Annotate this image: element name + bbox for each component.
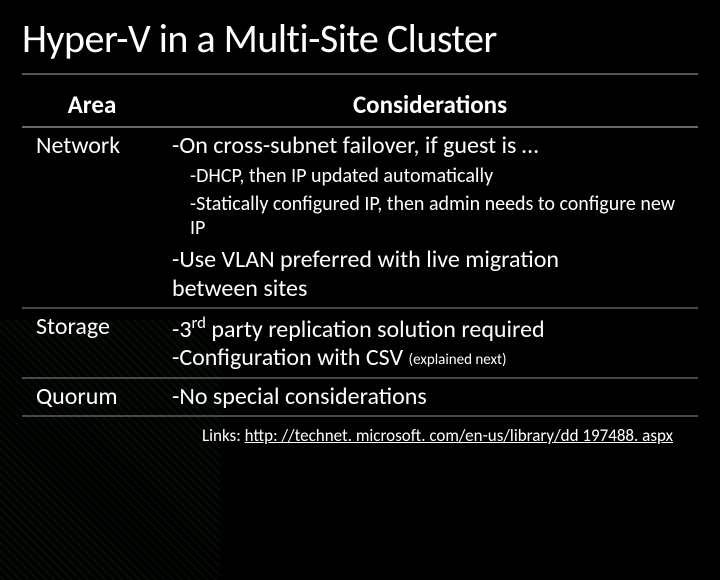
network-sub-dhcp: -DHCP, then IP updated automatically: [172, 162, 692, 190]
storage-csv: -Configuration with CSV (explained next): [172, 344, 692, 372]
title-rule: [22, 73, 698, 75]
network-vlan-line1: -Use VLAN preferred with live migration: [172, 246, 692, 274]
technet-link[interactable]: http: //technet. microsoft. com/en-us/li…: [245, 425, 673, 446]
area-network: Network: [22, 127, 162, 160]
table-row: -DHCP, then IP updated automatically -St…: [22, 160, 698, 244]
network-vlan-line2: between sites: [172, 275, 692, 303]
col-header-area: Area: [22, 85, 162, 127]
links-line: Links: http: //technet. microsoft. com/e…: [22, 425, 698, 446]
col-header-considerations: Considerations: [162, 85, 698, 127]
network-line1: -On cross-subnet failover, if guest is …: [162, 127, 698, 160]
table-header-row: Area Considerations: [22, 85, 698, 127]
area-quorum: Quorum: [22, 378, 162, 416]
quorum-line1: -No special considerations: [162, 378, 698, 416]
slide: Hyper-V in a Multi-Site Cluster Area Con…: [0, 0, 720, 540]
links-label: Links:: [202, 425, 245, 446]
considerations-table: Area Considerations Network -On cross-su…: [22, 85, 698, 417]
network-sub-static: -Statically configured IP, then admin ne…: [172, 190, 692, 242]
table-row: Network -On cross-subnet failover, if gu…: [22, 127, 698, 160]
area-storage: Storage: [22, 308, 162, 378]
table-row: Storage -3rd party replication solution …: [22, 308, 698, 378]
storage-replication: -3rd party replication solution required: [172, 313, 692, 344]
page-title: Hyper-V in a Multi-Site Cluster: [22, 14, 698, 63]
table-row: -Use VLAN preferred with live migration …: [22, 244, 698, 308]
table-row: Quorum -No special considerations: [22, 378, 698, 416]
